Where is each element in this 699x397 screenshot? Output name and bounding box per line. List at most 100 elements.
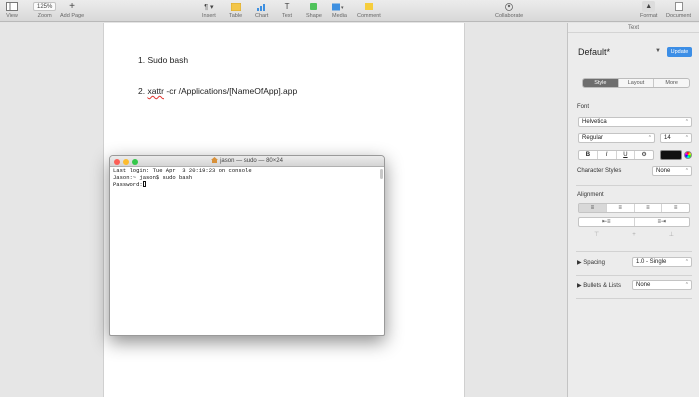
tab-style[interactable]: Style [583, 79, 619, 87]
character-styles-label: Character Styles [577, 168, 622, 174]
stepper-icon[interactable]: ⌃ [685, 134, 689, 142]
shape-icon [309, 1, 319, 12]
text-cursor [142, 181, 146, 187]
list-item[interactable]: 1. Sudo bash [138, 55, 188, 65]
chevron-updown-icon: ⌃ [647, 135, 652, 141]
underline-button[interactable]: U [617, 151, 636, 159]
terminal-scrollbar[interactable] [380, 169, 383, 179]
format-brush-icon: ▲ [642, 1, 656, 12]
spacing-value: 1.0 - Single [636, 259, 667, 265]
terminal-title: jason — sudo — 80×24 [220, 158, 283, 164]
align-top-icon[interactable]: ⊤ [578, 231, 615, 241]
bullets-select[interactable]: None ⌃ [632, 280, 692, 290]
inspector-tabs: Style Layout More [582, 78, 690, 88]
align-middle-icon[interactable]: + [615, 231, 652, 241]
italic-button[interactable]: I [598, 151, 617, 159]
tab-more[interactable]: More [654, 79, 689, 87]
text-format-buttons: B I U ⚙ [578, 150, 654, 160]
format-button[interactable]: ▲ Format [640, 1, 657, 19]
text-color-well[interactable] [660, 150, 682, 160]
media-button[interactable]: ▾ Media [332, 1, 347, 19]
terminal-line: Password: [113, 181, 143, 188]
align-left-icon[interactable]: ≡ [579, 204, 607, 212]
sidebar-view-icon [6, 1, 18, 12]
alignment-buttons: ≡ ≡ ≡ ≡ [578, 203, 690, 213]
chevron-updown-icon: ⌃ [684, 168, 689, 174]
media-label: Media [332, 13, 347, 19]
color-wheel-icon[interactable] [684, 151, 692, 159]
alignment-label: Alignment [577, 192, 604, 198]
text-button[interactable]: T Text [282, 1, 292, 19]
gear-icon[interactable]: ⚙ [635, 151, 653, 159]
chevron-updown-icon: ⌃ [684, 259, 689, 265]
bullets-value: None [636, 282, 651, 288]
text-label: Text [282, 13, 293, 19]
terminal-titlebar[interactable]: jason — sudo — 80×24 [110, 156, 384, 167]
document-button[interactable]: Document [666, 1, 691, 19]
font-size-value: 14 [664, 135, 671, 141]
close-icon[interactable] [114, 158, 120, 165]
vertical-align-buttons: ⊤ + ⊥ [578, 231, 690, 241]
bullets-label: Bullets & Lists [583, 283, 621, 289]
increase-indent-icon[interactable]: ≡⇥ [635, 218, 690, 226]
add-page-button[interactable]: + Add Page [60, 1, 84, 19]
format-label: Format [640, 13, 658, 19]
chart-icon [256, 1, 267, 12]
plus-icon: + [69, 1, 75, 12]
comment-icon [364, 1, 374, 12]
insert-button[interactable]: ¶ ▾ Insert [202, 1, 216, 20]
comment-button[interactable]: Comment [357, 1, 381, 19]
list-item[interactable]: 2. xattr -cr /Applications/[NameOfApp].a… [138, 86, 297, 96]
disclosure-triangle-icon: ▶ [577, 260, 582, 266]
align-center-icon[interactable]: ≡ [607, 204, 635, 212]
spacing-label: Spacing [583, 260, 605, 266]
terminal-window[interactable]: jason — sudo — 80×24 Last login: Tue Apr… [109, 155, 385, 336]
view-button[interactable]: View [6, 1, 18, 19]
add-page-label: Add Page [60, 13, 85, 19]
collaborate-button[interactable]: Collaborate [495, 1, 523, 19]
zoom-icon[interactable] [132, 158, 138, 165]
table-icon [230, 1, 241, 12]
divider [576, 275, 692, 276]
zoom-control[interactable]: 125% Zoom [33, 1, 57, 19]
list-number: 2. [138, 86, 146, 96]
paragraph-icon: ¶ ▾ [204, 3, 214, 11]
inspector-title: Text [568, 23, 699, 33]
minimize-icon[interactable] [123, 158, 129, 165]
text-icon: T [284, 2, 290, 11]
shape-button[interactable]: Shape [306, 1, 322, 19]
chevron-down-icon[interactable]: ▼ [655, 48, 661, 54]
chevron-updown-icon: ⌃ [684, 119, 689, 125]
tab-layout[interactable]: Layout [619, 79, 655, 87]
chevron-updown-icon: ⌃ [684, 282, 689, 288]
divider [576, 251, 692, 252]
paragraph-style-name[interactable]: Default* [578, 47, 610, 57]
font-family-select[interactable]: Helvetica ⌃ [578, 117, 692, 127]
misspelled-word[interactable]: xattr [147, 86, 164, 96]
format-inspector: Text Default* ▼ Update Style Layout More… [567, 23, 699, 397]
spacing-disclosure[interactable]: ▶ Spacing [577, 259, 605, 266]
align-right-icon[interactable]: ≡ [635, 204, 663, 212]
table-button[interactable]: Table [229, 1, 242, 19]
zoom-label: Zoom [37, 13, 52, 19]
spacing-select[interactable]: 1.0 - Single ⌃ [632, 257, 692, 267]
bullets-disclosure[interactable]: ▶ Bullets & Lists [577, 282, 621, 289]
bold-button[interactable]: B [579, 151, 598, 159]
zoom-value[interactable]: 125% [33, 2, 57, 11]
terminal-output[interactable]: Last login: Tue Apr 3 20:19:23 on consol… [110, 167, 384, 190]
font-size-field[interactable]: 14 ⌃ [660, 133, 692, 143]
font-weight-select[interactable]: Regular ⌃ [578, 133, 655, 143]
media-icon: ▾ [332, 1, 346, 12]
indent-buttons: ⇤≡ ≡⇥ [578, 217, 690, 227]
update-style-button[interactable]: Update [667, 47, 692, 57]
align-justify-icon[interactable]: ≡ [662, 204, 689, 212]
divider [576, 298, 692, 299]
list-text: Sudo bash [147, 55, 189, 65]
view-label: View [6, 13, 18, 19]
decrease-indent-icon[interactable]: ⇤≡ [579, 218, 635, 226]
align-bottom-icon[interactable]: ⊥ [653, 231, 690, 241]
disclosure-triangle-icon: ▶ [577, 283, 582, 289]
character-styles-select[interactable]: None ⌃ [652, 166, 692, 176]
list-text: -cr /Applications/[NameOfApp].app [164, 86, 298, 96]
chart-button[interactable]: Chart [255, 1, 268, 19]
